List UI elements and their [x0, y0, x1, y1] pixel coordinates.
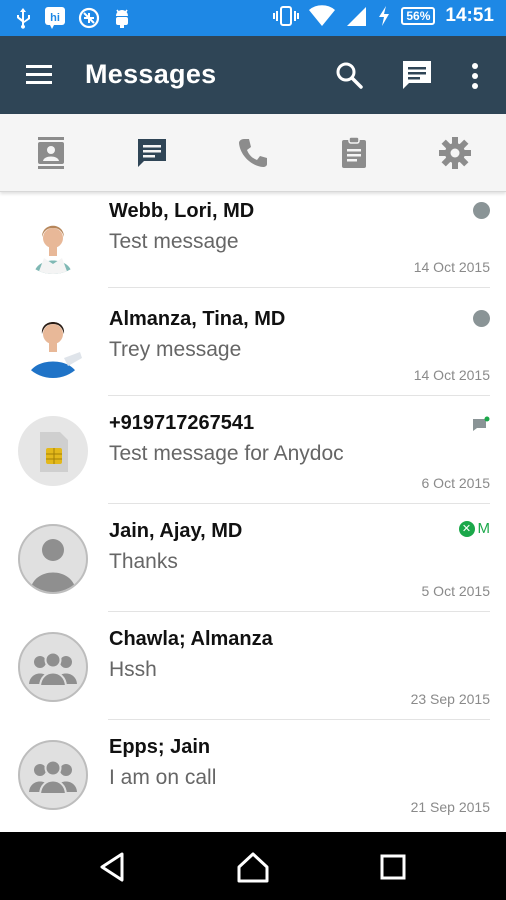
message-date: 14 Oct 2015 — [413, 367, 490, 383]
message-date: 23 Sep 2015 — [410, 691, 490, 707]
system-nav-bar — [0, 832, 506, 900]
doctor-female-avatar — [18, 204, 88, 274]
nurse-avatar — [18, 308, 88, 378]
new-message-icon[interactable] — [400, 58, 434, 92]
clipboard-icon[interactable] — [337, 136, 371, 170]
message-preview: I am on call — [109, 766, 217, 789]
tab-bar — [0, 114, 506, 192]
status-bar: hi 56% 14:51 — [0, 0, 506, 36]
m-badge: ✕ M — [458, 520, 491, 537]
more-vert-icon[interactable] — [466, 60, 484, 92]
status-dot — [473, 310, 490, 327]
contacts-icon[interactable] — [34, 136, 68, 170]
charging-icon — [379, 6, 390, 26]
signal-icon — [347, 7, 367, 26]
back-icon[interactable] — [96, 850, 130, 884]
list-item[interactable]: +919717267541 Test message for Anydoc 6 … — [0, 396, 506, 504]
message-date: 5 Oct 2015 — [421, 583, 491, 599]
search-icon[interactable] — [334, 60, 364, 90]
sim-card-avatar — [18, 416, 88, 486]
message-preview: Test message — [109, 230, 239, 253]
mobile-badge-icon: ✕ — [458, 520, 475, 537]
message-preview: Hssh — [109, 658, 157, 681]
contact-name: Chawla; Almanza — [109, 628, 273, 650]
contact-name: Webb, Lori, MD — [109, 200, 255, 222]
message-preview: Thanks — [109, 550, 178, 573]
app-bar: Messages — [0, 36, 506, 114]
battery-indicator: 56% — [401, 7, 436, 25]
message-date: 14 Oct 2015 — [413, 259, 490, 275]
m-badge-label: M — [477, 520, 491, 537]
gear-icon[interactable] — [438, 136, 472, 170]
vibrate-icon — [273, 6, 300, 26]
clock: 14:51 — [445, 5, 494, 26]
no-sync-icon — [78, 7, 100, 29]
hi-app-icon: hi — [45, 7, 65, 29]
phone-icon[interactable] — [236, 136, 270, 170]
person-avatar — [18, 524, 88, 594]
message-icon[interactable] — [135, 136, 169, 170]
contact-name: Epps; Jain — [109, 736, 211, 758]
list-item[interactable]: Almanza, Tina, MD Trey message 14 Oct 20… — [0, 288, 506, 396]
message-date: 6 Oct 2015 — [421, 475, 491, 491]
status-dot — [473, 202, 490, 219]
page-title: Messages — [85, 59, 217, 89]
wifi-icon — [309, 5, 336, 27]
svg-text:hi: hi — [50, 12, 60, 24]
contact-name: Jain, Ajay, MD — [109, 520, 243, 542]
conversation-list[interactable]: Webb, Lori, MD Test message 14 Oct 2015 … — [0, 194, 506, 832]
sms-icon — [473, 416, 490, 431]
message-preview: Test message for Anydoc — [109, 442, 344, 465]
list-item[interactable]: Jain, Ajay, MD Thanks ✕ M 5 Oct 2015 — [0, 504, 506, 612]
contact-name: +919717267541 — [109, 412, 255, 434]
list-item[interactable]: Chawla; Almanza Hssh 23 Sep 2015 — [0, 612, 506, 720]
hamburger-menu-icon[interactable] — [24, 60, 56, 90]
message-date: 21 Sep 2015 — [410, 799, 490, 815]
message-preview: Trey message — [109, 338, 242, 361]
usb-icon — [17, 8, 30, 29]
list-item[interactable]: Webb, Lori, MD Test message 14 Oct 2015 — [0, 194, 506, 288]
recents-icon[interactable] — [376, 850, 410, 884]
contact-name: Almanza, Tina, MD — [109, 308, 286, 330]
android-debug-icon — [116, 9, 128, 28]
group-avatar — [18, 632, 88, 702]
group-avatar — [18, 740, 88, 810]
list-item[interactable]: Epps; Jain I am on call 21 Sep 2015 — [0, 720, 506, 828]
home-icon[interactable] — [236, 850, 270, 884]
